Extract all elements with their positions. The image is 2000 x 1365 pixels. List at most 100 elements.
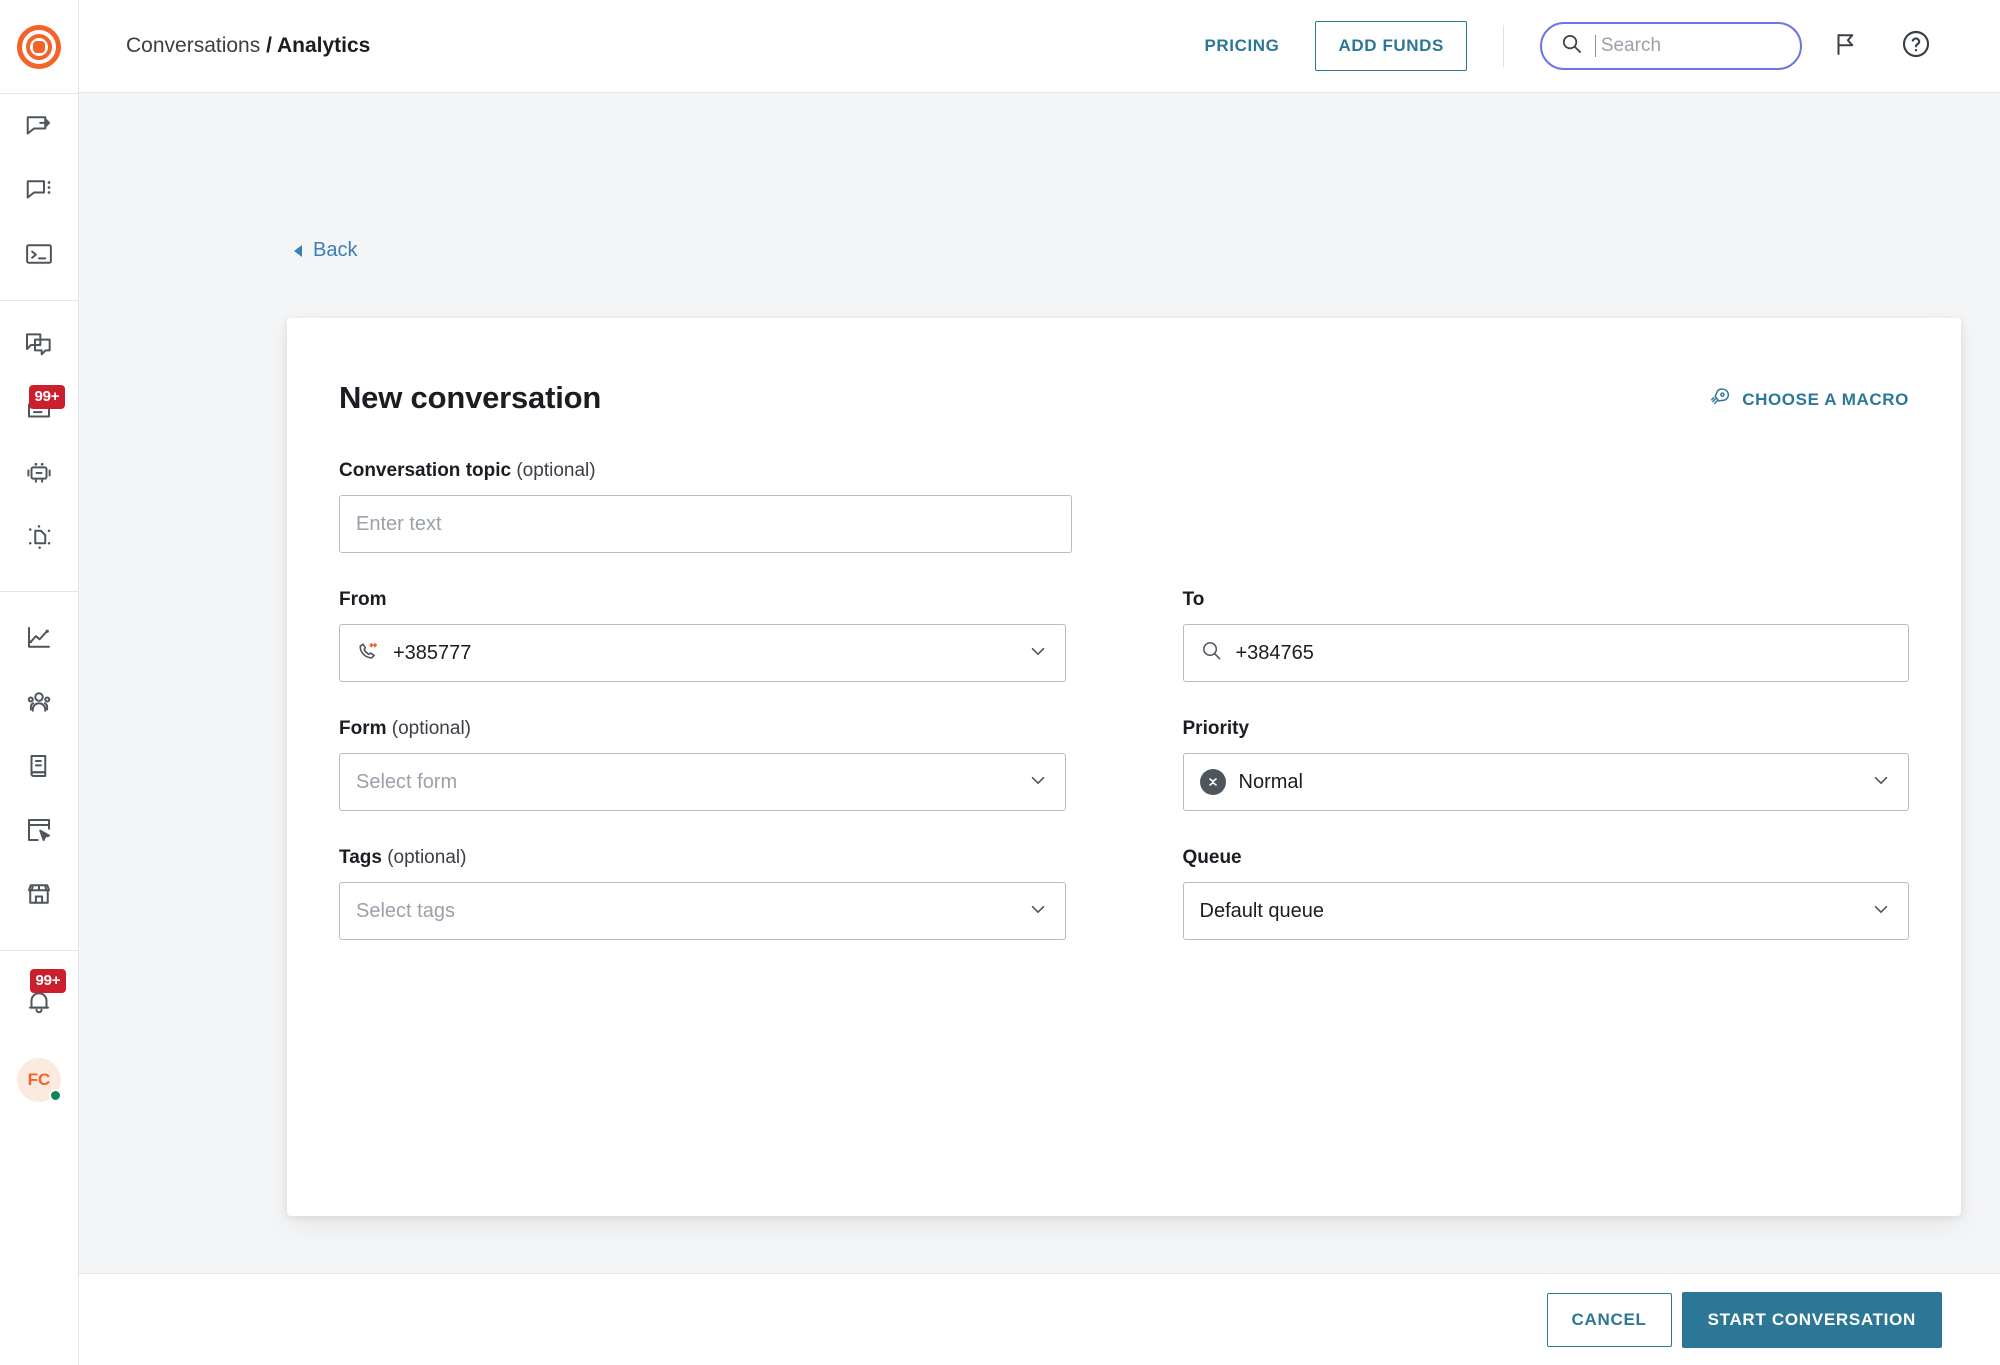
row-tags-queue: Tags (optional) Select tags Queue Defaul… bbox=[339, 847, 1909, 940]
label-priority: Priority bbox=[1182, 718, 1250, 739]
chevron-left-icon bbox=[294, 244, 302, 257]
label-from: From bbox=[339, 589, 387, 610]
toolbar-divider bbox=[1503, 25, 1504, 67]
priority-select[interactable]: Normal bbox=[1182, 753, 1909, 811]
back-label: Back bbox=[313, 239, 358, 261]
sidebar-item-inbox[interactable]: 99+ bbox=[0, 377, 79, 441]
sidebar-group-3 bbox=[0, 592, 79, 926]
back-row: Back bbox=[79, 93, 2000, 262]
choose-macro-button[interactable]: CHOOSE A MACRO bbox=[1709, 386, 1909, 413]
chevron-down-icon bbox=[1027, 769, 1049, 796]
queue-select[interactable]: Default queue bbox=[1182, 882, 1909, 940]
megaphone-icon bbox=[1831, 29, 1861, 64]
help-button[interactable] bbox=[1890, 20, 1942, 72]
page-title: New conversation bbox=[339, 380, 602, 415]
avatar-circle: FC bbox=[17, 1058, 62, 1102]
chat-arrow-out-icon bbox=[24, 111, 54, 141]
sidebar-item-people[interactable] bbox=[0, 670, 79, 734]
label-conversation-topic: Conversation topic (optional) bbox=[339, 460, 1072, 482]
field-form: Form (optional) Select form bbox=[339, 718, 1066, 811]
label-optional: (optional) bbox=[391, 718, 471, 739]
sidebar-item-console[interactable] bbox=[0, 222, 79, 286]
priority-normal-icon bbox=[1199, 769, 1226, 795]
terminal-icon bbox=[24, 239, 54, 269]
tags-placeholder: Select tags bbox=[356, 899, 455, 922]
rocket-icon bbox=[1709, 386, 1731, 413]
back-link[interactable]: Back bbox=[294, 239, 357, 262]
search-box[interactable] bbox=[1540, 22, 1802, 70]
app-root: 99+ 99+ FC Conversations / Analytics PRI… bbox=[0, 0, 2000, 1365]
avatar-initials: FC bbox=[27, 1070, 51, 1089]
sidebar-item-docs[interactable] bbox=[0, 734, 79, 798]
search-icon bbox=[1560, 32, 1583, 60]
priority-value: Normal bbox=[1238, 770, 1303, 793]
cancel-button[interactable]: CANCEL bbox=[1546, 1292, 1672, 1347]
row-from-to: From +385777 To +384765 bbox=[339, 589, 1909, 682]
card-header: New conversation CHOOSE A MACRO bbox=[339, 380, 1909, 416]
left-sidebar: 99+ 99+ FC bbox=[0, 0, 79, 1365]
breadcrumb: Conversations / Analytics bbox=[126, 34, 370, 58]
text-cursor bbox=[1595, 35, 1596, 57]
sidebar-item-bots[interactable] bbox=[0, 441, 79, 505]
form-placeholder: Select form bbox=[356, 770, 458, 793]
new-conversation-card: New conversation CHOOSE A MACRO Conversa… bbox=[287, 318, 1961, 1216]
robot-icon bbox=[24, 458, 54, 488]
chat-stack-icon bbox=[23, 329, 55, 361]
sidebar-item-apps[interactable] bbox=[0, 798, 79, 862]
to-value: +384765 bbox=[1235, 641, 1314, 664]
conversation-topic-input[interactable]: Enter text bbox=[339, 495, 1072, 553]
sidebar-item-notifications[interactable]: 99+ bbox=[0, 965, 79, 1039]
choose-macro-label: CHOOSE A MACRO bbox=[1742, 389, 1909, 409]
field-to: To +384765 bbox=[1182, 589, 1909, 682]
page-content: Back New conversation CHOOSE A MACRO Con… bbox=[79, 93, 2000, 1365]
footer-action-bar: CANCEL START CONVERSATION bbox=[79, 1273, 2000, 1365]
label-queue: Queue bbox=[1182, 847, 1242, 868]
sidebar-item-analytics[interactable] bbox=[0, 606, 79, 670]
sidebar-group-2: 99+ bbox=[0, 301, 79, 569]
field-tags: Tags (optional) Select tags bbox=[339, 847, 1066, 940]
sidebar-item-marketplace[interactable] bbox=[0, 862, 79, 926]
start-conversation-button[interactable]: START CONVERSATION bbox=[1681, 1291, 1942, 1348]
storefront-icon bbox=[24, 879, 54, 909]
breadcrumb-current: Analytics bbox=[276, 34, 371, 57]
chevron-down-icon bbox=[1027, 640, 1049, 667]
add-funds-button[interactable]: ADD FUNDS bbox=[1315, 21, 1467, 71]
label-text: Conversation topic bbox=[339, 460, 512, 481]
row-form-priority: Form (optional) Select form Priority Nor… bbox=[339, 718, 1909, 811]
field-from: From +385777 bbox=[339, 589, 1066, 682]
top-bar-actions: PRICING ADD FUNDS bbox=[1198, 20, 1942, 72]
chevron-down-icon bbox=[1870, 769, 1892, 796]
label-text: Tags bbox=[339, 847, 382, 868]
search-input[interactable] bbox=[1600, 35, 1782, 57]
queue-value: Default queue bbox=[1199, 899, 1325, 922]
chevron-down-icon bbox=[1027, 898, 1049, 925]
sidebar-item-conversations[interactable] bbox=[0, 158, 79, 222]
sidebar-group-1 bbox=[0, 94, 79, 286]
pricing-link[interactable]: PRICING bbox=[1198, 26, 1285, 66]
presence-dot bbox=[49, 1089, 62, 1102]
sidebar-item-flow[interactable] bbox=[0, 505, 79, 569]
to-input[interactable]: +384765 bbox=[1182, 624, 1909, 682]
sidebar-badge-inbox: 99+ bbox=[28, 385, 66, 409]
chevron-down-icon bbox=[1870, 898, 1892, 925]
form-select[interactable]: Select form bbox=[339, 753, 1066, 811]
app-logo[interactable] bbox=[0, 0, 79, 93]
label-text: Form bbox=[339, 718, 387, 739]
label-optional: (optional) bbox=[516, 460, 596, 481]
breadcrumb-parent[interactable]: Conversations bbox=[126, 34, 260, 57]
from-value: +385777 bbox=[393, 641, 472, 664]
conversation-topic-placeholder: Enter text bbox=[356, 512, 442, 535]
sidebar-item-outbound[interactable] bbox=[0, 94, 79, 158]
sidebar-item-multichannel[interactable] bbox=[0, 313, 79, 377]
main-region: Conversations / Analytics PRICING ADD FU… bbox=[79, 0, 2000, 1365]
field-conversation-topic: Conversation topic (optional) Enter text bbox=[339, 460, 1072, 553]
tags-select[interactable]: Select tags bbox=[339, 882, 1066, 940]
target-logo-icon bbox=[17, 24, 61, 69]
sidebar-badge-notifications: 99+ bbox=[29, 969, 67, 993]
label-tags: Tags (optional) bbox=[339, 847, 1066, 869]
field-queue: Queue Default queue bbox=[1182, 847, 1909, 940]
avatar[interactable]: FC bbox=[0, 1039, 79, 1121]
announcements-button[interactable] bbox=[1820, 20, 1872, 72]
breadcrumb-separator: / bbox=[266, 34, 272, 57]
from-select[interactable]: +385777 bbox=[339, 624, 1066, 682]
